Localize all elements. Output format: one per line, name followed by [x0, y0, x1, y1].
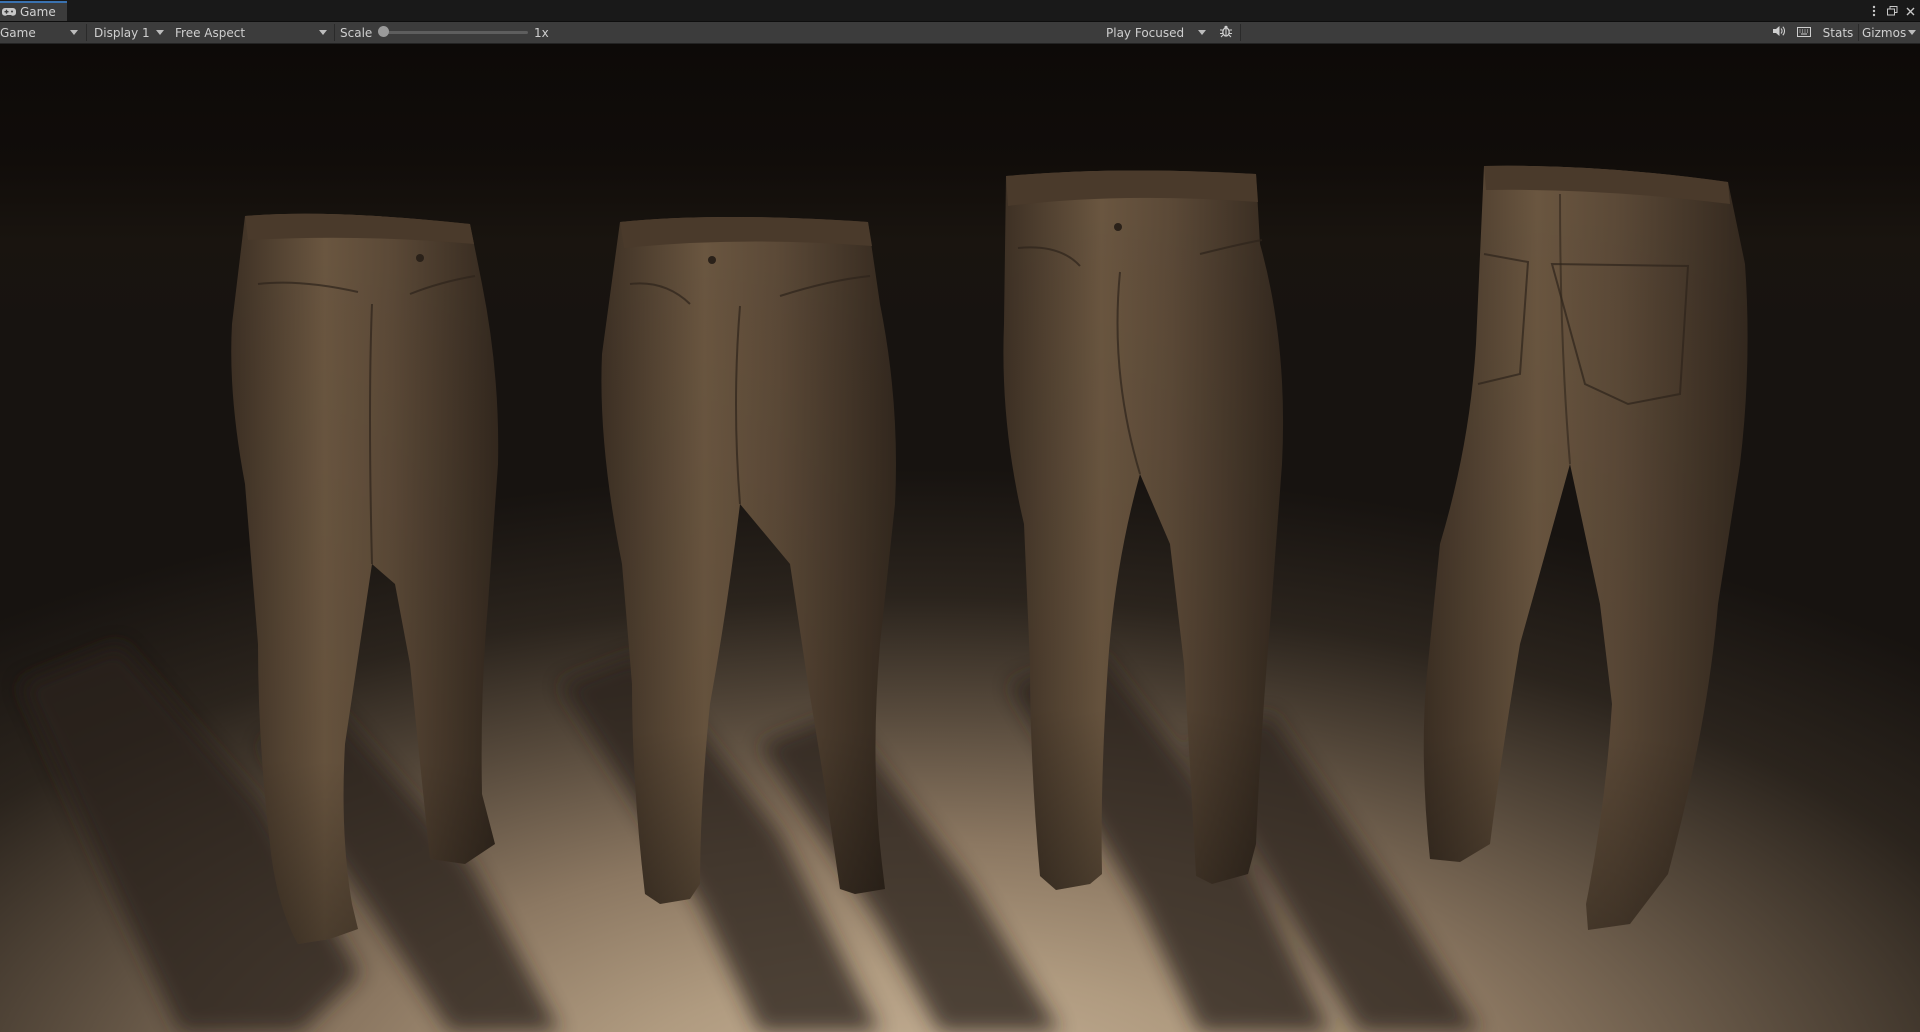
scale-label: Scale — [340, 25, 373, 40]
more-options-icon[interactable] — [1868, 4, 1880, 18]
mute-audio-button[interactable] — [1768, 22, 1788, 43]
display-label: Display 1 — [94, 25, 150, 40]
scale-value: 1x — [534, 25, 549, 40]
tab-game[interactable]: Game — [0, 1, 67, 21]
keyboard-icon — [1797, 26, 1811, 40]
chevron-down-icon — [1198, 30, 1206, 35]
close-icon[interactable] — [1904, 4, 1916, 18]
gamepad-icon — [2, 6, 18, 18]
maximize-icon[interactable] — [1886, 4, 1898, 18]
bug-icon — [1219, 24, 1233, 41]
play-mode-label: Play Focused — [1106, 25, 1185, 40]
chevron-down-icon — [319, 30, 327, 35]
toolbar-divider — [86, 24, 87, 41]
game-view-toolbar: Game Display 1 Free Aspect Scale 1x Play… — [0, 22, 1920, 44]
display-dropdown[interactable]: Display 1 — [94, 22, 168, 43]
shortcuts-button[interactable] — [1794, 22, 1814, 43]
toolbar-divider — [334, 24, 335, 41]
toolbar-divider — [1240, 24, 1241, 41]
chevron-down-icon — [1908, 30, 1916, 35]
gizmos-dropdown[interactable]: Gizmos — [1862, 22, 1920, 43]
tab-actions — [1868, 2, 1920, 20]
chevron-down-icon — [70, 30, 78, 35]
tab-title: Game — [20, 5, 56, 19]
speaker-icon — [1772, 25, 1785, 40]
scale-slider-handle[interactable] — [378, 26, 389, 37]
play-mode-dropdown[interactable]: Play Focused — [1106, 22, 1210, 43]
gizmos-label: Gizmos — [1862, 25, 1907, 40]
pants-back — [1423, 165, 1748, 931]
game-viewport[interactable] — [0, 44, 1920, 1032]
scene-render — [20, 165, 1748, 1032]
stats-button[interactable]: Stats — [1820, 22, 1856, 43]
tab-strip: Game — [0, 0, 1920, 22]
toolbar-divider — [1858, 24, 1859, 41]
aspect-label: Free Aspect — [175, 25, 246, 40]
view-mode-label: Game — [0, 25, 36, 40]
aspect-dropdown[interactable]: Free Aspect — [175, 22, 331, 43]
view-mode-dropdown[interactable]: Game — [0, 22, 82, 43]
debug-button[interactable] — [1214, 22, 1238, 43]
chevron-down-icon — [156, 30, 164, 35]
scale-slider[interactable] — [382, 31, 528, 34]
